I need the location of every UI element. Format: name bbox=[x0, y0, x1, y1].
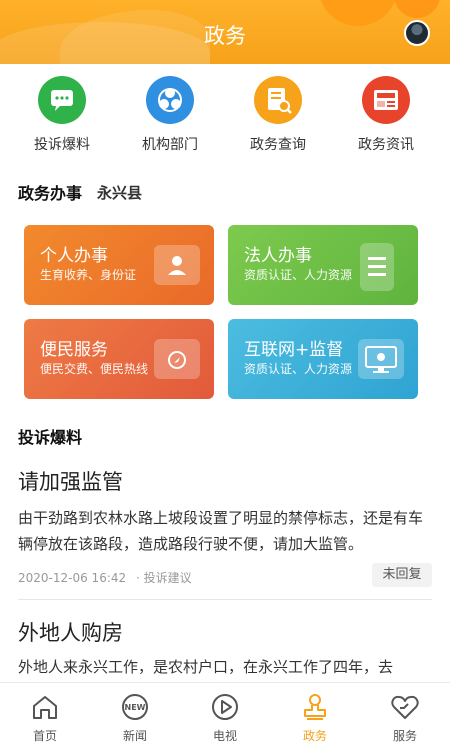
tab-news[interactable]: NEW 新闻 bbox=[90, 691, 180, 744]
article-category: 投诉建议 bbox=[143, 571, 192, 585]
app-header: 政务 bbox=[0, 0, 450, 64]
play-icon bbox=[209, 691, 241, 723]
news-icon bbox=[362, 76, 410, 124]
tab-label: 服务 bbox=[392, 729, 417, 743]
article-meta: 2020-12-06 16:42 · 投诉建议 bbox=[18, 569, 192, 586]
org-circles-icon bbox=[146, 76, 194, 124]
card-subtitle: 资质认证、人力资源 bbox=[244, 268, 353, 282]
card-internet-supervision[interactable]: 互联网+监督 资质认证、人力资源 bbox=[228, 319, 418, 399]
county-selector[interactable]: 永兴县 bbox=[97, 182, 142, 203]
bullet-dot: · bbox=[135, 571, 140, 585]
card-personal-affairs[interactable]: 个人办事 生育收养、身份证 bbox=[24, 225, 214, 305]
card-subtitle: 资质认证、人力资源 bbox=[244, 362, 353, 376]
divider bbox=[18, 599, 432, 600]
monitor-icon bbox=[358, 339, 404, 379]
tab-label: 电视 bbox=[212, 729, 237, 743]
document-icon bbox=[360, 243, 394, 291]
stamp-icon bbox=[299, 691, 331, 723]
quick-org[interactable]: 机构部门 bbox=[114, 76, 226, 154]
home-icon bbox=[29, 691, 61, 723]
quick-label: 政务查询 bbox=[250, 137, 306, 153]
svg-text:NEW: NEW bbox=[125, 703, 146, 712]
quick-news[interactable]: 政务资讯 bbox=[330, 76, 442, 154]
article-title[interactable]: 请加强监管 bbox=[18, 466, 123, 496]
section-title-affairs: 政务办事 bbox=[18, 184, 83, 203]
id-card-icon bbox=[154, 245, 200, 285]
tab-label: 新闻 bbox=[122, 729, 147, 743]
quick-label: 投诉爆料 bbox=[34, 137, 90, 153]
tab-label: 政务 bbox=[302, 729, 327, 743]
section-title-complaints: 投诉爆料 bbox=[18, 428, 83, 447]
orange-decoration bbox=[394, 0, 440, 18]
page-title: 政务 bbox=[204, 24, 246, 48]
folder-compass-icon bbox=[154, 339, 200, 379]
card-subtitle: 便民交费、便民热线 bbox=[40, 362, 149, 376]
bottom-tab-bar: 首页 NEW 新闻 电视 政务 服务 bbox=[0, 682, 450, 750]
quick-label: 机构部门 bbox=[142, 137, 198, 153]
article-title[interactable]: 外地人购房 bbox=[18, 617, 123, 647]
heart-icon bbox=[389, 691, 421, 723]
quick-actions: 投诉爆料 机构部门 政务查询 政务资讯 bbox=[0, 76, 450, 158]
chat-bubble-icon bbox=[38, 76, 86, 124]
card-title: 法人办事 bbox=[244, 246, 312, 266]
card-title: 互联网+监督 bbox=[244, 340, 344, 360]
article-body: 由干劲路到农林水路上坡段设置了明显的禁停标志，还是有车辆停放在该路段，造成路段行… bbox=[18, 509, 424, 553]
card-title: 便民服务 bbox=[40, 340, 108, 360]
article-body: 外地人来永兴工作，是农村户口，在永兴工作了四年，去 bbox=[18, 658, 394, 676]
new-badge-icon: NEW bbox=[119, 691, 151, 723]
article-date: 2020-12-06 16:42 bbox=[18, 571, 127, 585]
avatar[interactable] bbox=[404, 20, 430, 46]
tab-government[interactable]: 政务 bbox=[270, 691, 360, 744]
quick-query[interactable]: 政务查询 bbox=[222, 76, 334, 154]
quick-complaint[interactable]: 投诉爆料 bbox=[6, 76, 118, 154]
quick-label: 政务资讯 bbox=[358, 137, 414, 153]
card-title: 个人办事 bbox=[40, 246, 108, 266]
tab-home[interactable]: 首页 bbox=[0, 691, 90, 744]
tab-label: 首页 bbox=[32, 729, 57, 743]
document-search-icon bbox=[254, 76, 302, 124]
card-subtitle: 生育收养、身份证 bbox=[40, 268, 137, 282]
status-badge: 未回复 bbox=[372, 563, 432, 587]
tab-tv[interactable]: 电视 bbox=[180, 691, 270, 744]
card-legal-affairs[interactable]: 法人办事 资质认证、人力资源 bbox=[228, 225, 418, 305]
tab-service[interactable]: 服务 bbox=[360, 691, 450, 744]
card-convenience-service[interactable]: 便民服务 便民交费、便民热线 bbox=[24, 319, 214, 399]
